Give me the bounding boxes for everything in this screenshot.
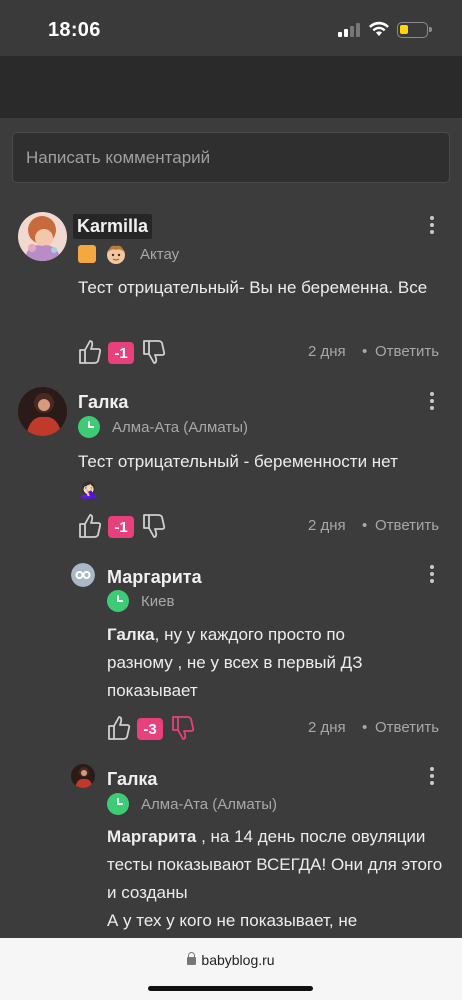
clock-icon <box>78 416 100 438</box>
avatar[interactable] <box>18 387 67 436</box>
comments-section: Написать комментарий Karmilla Актау Тест… <box>0 118 462 938</box>
comment-actions: -1 2 дня • Ответить <box>78 513 448 543</box>
avatar[interactable] <box>71 563 95 587</box>
lock-icon <box>187 952 197 965</box>
top-nav-area <box>0 56 462 118</box>
comment-time: 2 дня <box>308 517 346 534</box>
comment-author[interactable]: Маргарита <box>107 567 202 588</box>
comment-text: Галка, ну у каждого просто по разному , … <box>107 621 407 705</box>
reply-link[interactable]: Ответить <box>375 343 439 360</box>
reply-link[interactable]: Ответить <box>375 719 439 736</box>
author-location: Актау <box>140 245 180 263</box>
thumbs-up-icon[interactable] <box>107 715 131 741</box>
author-location: Алма-Ата (Алматы) <box>141 795 278 813</box>
author-meta: Актау <box>78 242 179 266</box>
more-options-icon[interactable] <box>429 216 435 236</box>
battery-icon <box>397 22 432 38</box>
avatar[interactable] <box>18 212 67 261</box>
author-location: Киев <box>141 592 175 610</box>
comment-time: 2 дня <box>308 343 346 360</box>
mention-link[interactable]: Галка <box>107 625 155 644</box>
separator: • <box>362 517 368 534</box>
thumbs-down-icon[interactable] <box>142 339 166 365</box>
comment-author[interactable]: Галка <box>78 392 128 413</box>
facepalm-emoji: 🤦🏻‍♀️ <box>78 480 100 499</box>
comment-input[interactable]: Написать комментарий <box>12 132 450 183</box>
separator: • <box>362 343 368 360</box>
author-meta: Киев <box>107 590 174 612</box>
url-text: babyblog.ru <box>201 952 275 968</box>
comment-text: Маргарита , на 14 день после овуляции те… <box>107 823 452 935</box>
mention-link[interactable]: Маргарита <box>107 827 196 846</box>
thumbs-down-icon[interactable] <box>142 513 166 539</box>
comment-text-content: Тест отрицательный - беременности нет <box>78 452 398 471</box>
author-location: Алма-Ата (Алматы) <box>112 418 249 436</box>
thumbs-up-icon[interactable] <box>78 513 102 539</box>
status-bar: 18:06 <box>0 0 462 56</box>
author-meta: Алма-Ата (Алматы) <box>78 416 248 438</box>
author-meta: Алма-Ата (Алматы) <box>107 793 277 815</box>
status-badge <box>78 245 96 263</box>
comment-time: 2 дня <box>308 719 346 736</box>
thumbs-up-icon[interactable] <box>78 339 102 365</box>
separator: • <box>362 719 368 736</box>
browser-bottom-bar: babyblog.ru <box>0 938 462 1000</box>
baby-icon <box>107 245 125 264</box>
more-options-icon[interactable] <box>429 767 435 787</box>
rating-score: -1 <box>108 342 134 364</box>
comment-text-continued: А у тех у кого не показывает, не <box>107 911 358 930</box>
signal-icon <box>338 23 360 37</box>
avatar[interactable] <box>71 764 95 788</box>
clock-icon <box>107 590 129 612</box>
comment-author[interactable]: Галка <box>107 769 157 790</box>
comment-actions: -3 2 дня • Ответить <box>107 715 448 745</box>
more-options-icon[interactable] <box>429 392 435 412</box>
wifi-icon <box>369 21 389 36</box>
address-bar[interactable]: babyblog.ru <box>0 952 462 968</box>
comment-text: Тест отрицательный- Вы не беременна. Все <box>78 278 428 297</box>
more-options-icon[interactable] <box>429 565 435 585</box>
home-indicator[interactable] <box>148 986 313 991</box>
comment-author[interactable]: Karmilla <box>73 214 153 239</box>
reply-link[interactable]: Ответить <box>375 517 439 534</box>
status-time: 18:06 <box>48 19 101 41</box>
rating-score: -1 <box>108 516 134 538</box>
rating-score: -3 <box>137 718 163 740</box>
thumbs-down-icon[interactable] <box>171 715 195 741</box>
clock-icon <box>107 793 129 815</box>
comment-text: Тест отрицательный - беременности нет 🤦🏻… <box>78 448 418 504</box>
comment-actions: -1 2 дня • Ответить <box>78 339 448 369</box>
